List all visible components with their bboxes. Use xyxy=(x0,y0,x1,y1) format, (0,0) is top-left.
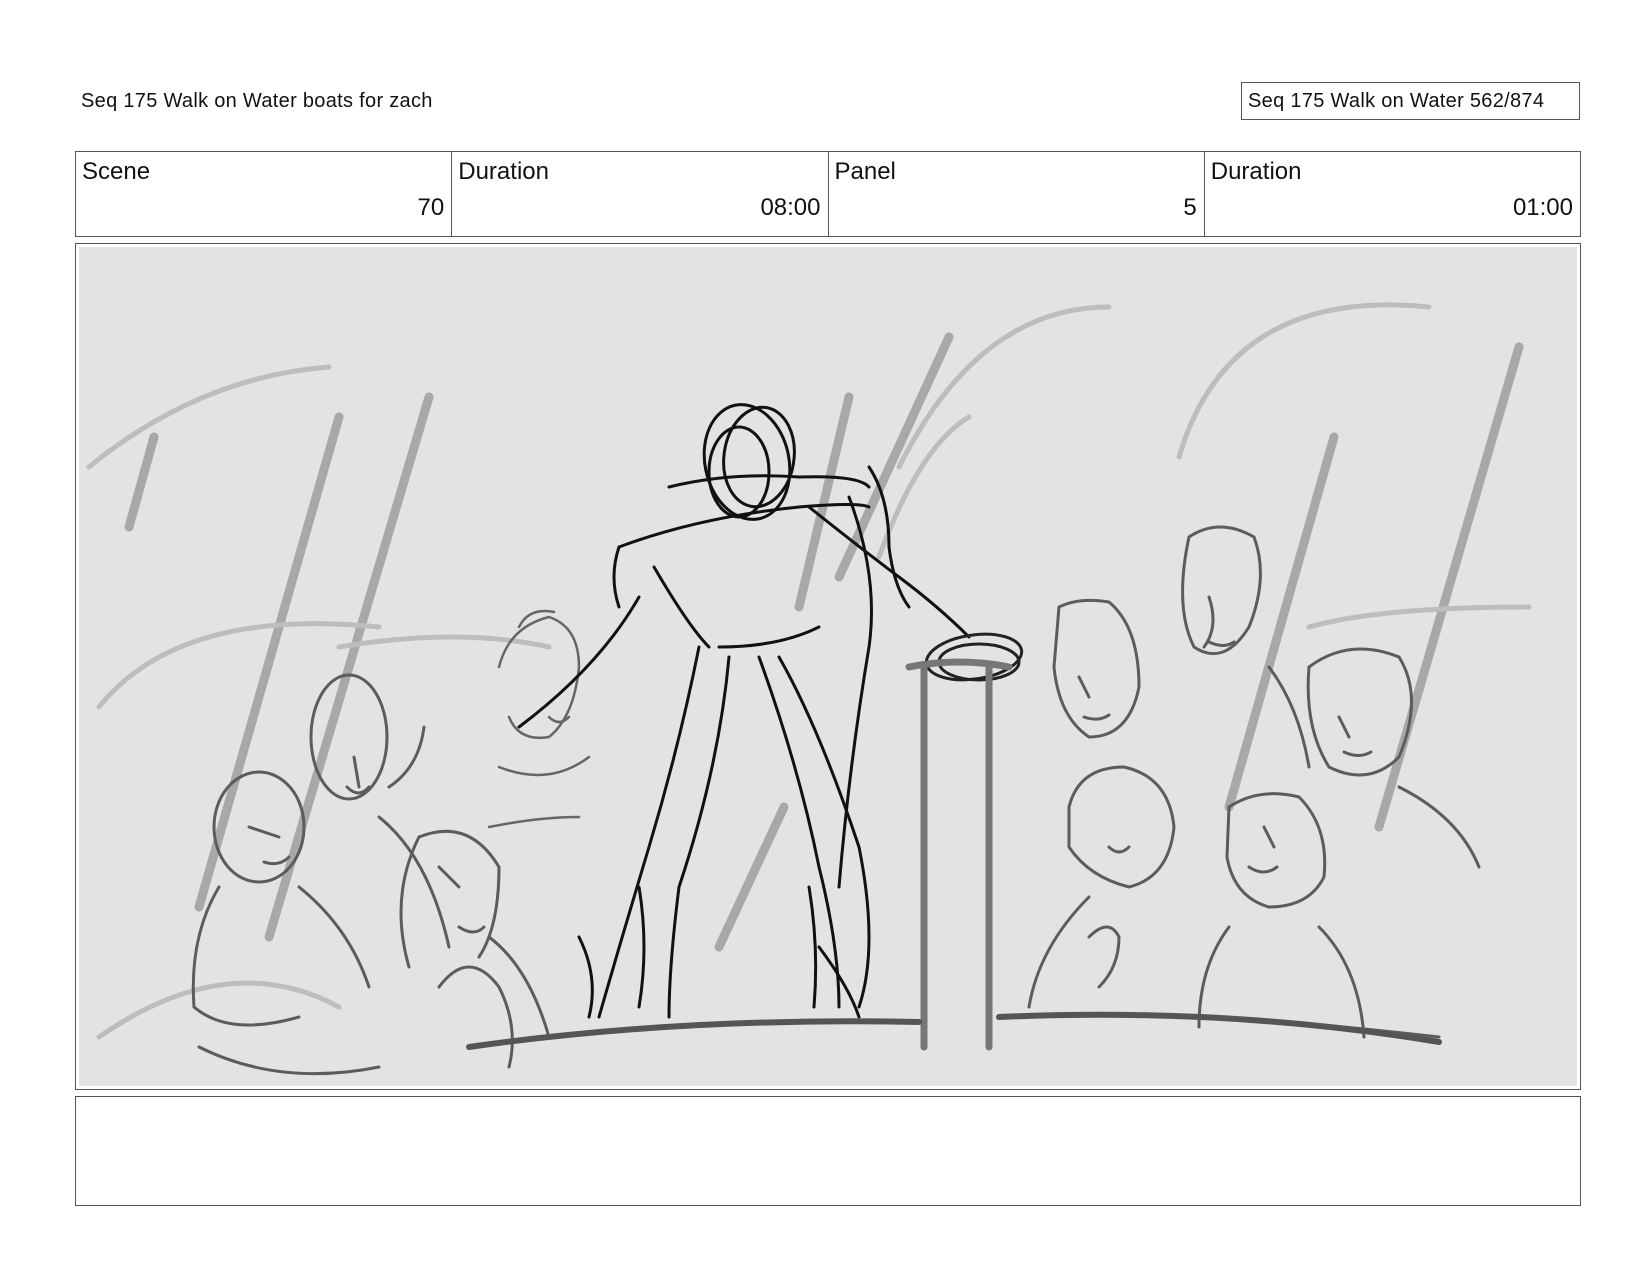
sketch-drawing xyxy=(86,302,1532,1076)
scene-cell: Scene 70 xyxy=(76,152,453,236)
background-arcs xyxy=(86,302,1532,1040)
scene-duration-cell: Duration 08:00 xyxy=(452,152,829,236)
deck-edge xyxy=(466,1011,1442,1050)
panel-duration-cell: Duration 01:00 xyxy=(1205,152,1580,236)
railing-post xyxy=(905,658,1013,1051)
panel-duration-label: Duration xyxy=(1210,158,1302,185)
panel-label: Panel xyxy=(834,158,896,185)
sequence-title: Seq 175 Walk on Water boats for zach xyxy=(81,90,433,112)
panel-notes-box xyxy=(75,1096,1581,1206)
right-crowd xyxy=(1007,525,1481,1039)
storyboard-sketch xyxy=(79,247,1577,1086)
panel-duration-value: 01:00 xyxy=(1512,194,1573,221)
central-figure xyxy=(517,403,971,1019)
scene-duration-value: 08:00 xyxy=(760,194,821,221)
scene-value: 70 xyxy=(417,194,445,221)
panel-info-table: Scene 70 Duration 08:00 Panel 5 Duration… xyxy=(75,151,1581,237)
scene-label: Scene xyxy=(82,158,151,185)
panel-cell: Panel 5 xyxy=(829,152,1205,236)
held-object xyxy=(924,632,1024,682)
page-counter: Seq 175 Walk on Water 562/874 xyxy=(1241,82,1580,120)
panel-value: 5 xyxy=(1183,194,1197,221)
storyboard-panel-frame xyxy=(75,243,1581,1090)
rain-streaks xyxy=(124,332,1524,952)
scene-duration-label: Duration xyxy=(458,158,549,185)
